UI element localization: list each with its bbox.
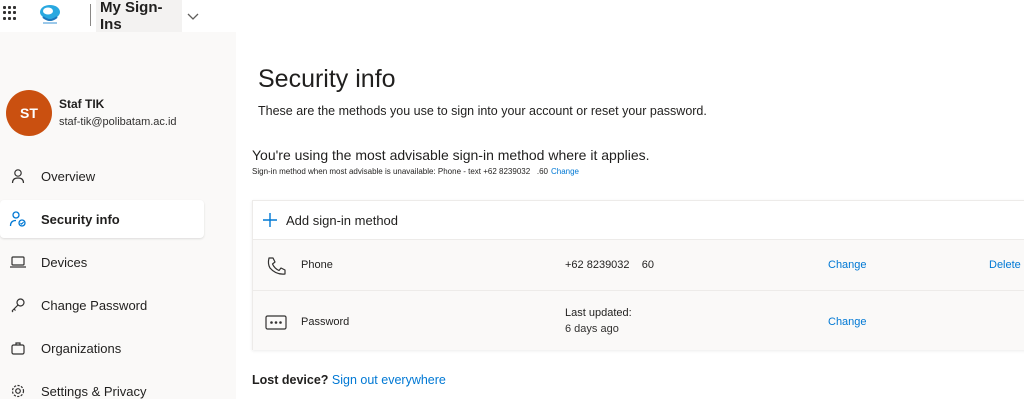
sidebar-item-label: Overview: [41, 168, 96, 184]
sidebar-item-label: Settings & Privacy: [41, 383, 147, 399]
briefcase-icon: [9, 339, 27, 357]
app-launcher-icon[interactable]: [3, 6, 17, 20]
sidebar-item-organizations[interactable]: Organizations: [0, 329, 204, 367]
add-method-label: Add sign-in method: [286, 212, 399, 228]
lost-device-label: Lost device?: [252, 373, 329, 387]
header-divider: [90, 4, 91, 26]
advisable-method-message: You're using the most advisable sign-in …: [252, 147, 650, 163]
lost-device-line: Lost device? Sign out everywhere: [252, 373, 446, 387]
main-content: Security info These are the methods you …: [236, 32, 1024, 399]
chevron-down-icon[interactable]: [186, 9, 200, 23]
sidebar-item-label: Organizations: [41, 340, 122, 356]
sidebar-item-change-password[interactable]: Change Password: [0, 286, 204, 324]
avatar[interactable]: ST: [6, 90, 52, 136]
user-email: staf-tik@polibatam.ac.id: [59, 116, 177, 128]
key-icon: [9, 296, 27, 314]
app-name[interactable]: My Sign-Ins: [96, 0, 182, 33]
method-value: 6 days ago: [565, 323, 619, 335]
methods-card: Add sign-in method Phone +62 8239032 60 …: [252, 200, 1024, 350]
user-name: Staf TIK: [59, 97, 105, 111]
method-name: Phone: [301, 259, 333, 271]
fallback-method-line: Sign-in method when most advisable is un…: [252, 167, 579, 176]
sign-out-everywhere-link[interactable]: Sign out everywhere: [332, 373, 446, 387]
sidebar-item-label: Security info: [41, 211, 120, 227]
method-row-phone: Phone +62 8239032 60 Change Delete: [253, 239, 1024, 291]
method-value: +62 8239032 60: [565, 259, 654, 271]
sidebar-item-label: Change Password: [41, 297, 148, 313]
change-phone-link[interactable]: Change: [828, 259, 867, 271]
method-row-password: Password Last updated: 6 days ago Change: [253, 290, 1024, 350]
method-value-label: Last updated:: [565, 307, 632, 319]
top-bar: My Sign-Ins: [0, 0, 1024, 33]
sidebar-item-security-info[interactable]: Security info: [0, 200, 204, 238]
sidebar-item-overview[interactable]: Overview: [0, 157, 204, 195]
plus-icon: [263, 213, 277, 227]
person-icon: [9, 167, 27, 185]
password-icon: [265, 315, 287, 330]
organization-logo[interactable]: [37, 3, 63, 27]
fallback-method-text: Sign-in method when most advisable is un…: [252, 167, 548, 176]
sidebar-item-settings-privacy[interactable]: Settings & Privacy: [0, 372, 204, 399]
change-password-link[interactable]: Change: [828, 316, 867, 328]
add-sign-in-method-button[interactable]: Add sign-in method: [253, 201, 1024, 239]
security-info-icon: [9, 210, 27, 228]
phone-icon: [267, 257, 286, 275]
delete-phone-link[interactable]: Delete: [989, 259, 1021, 271]
sidebar: ST Staf TIK staf-tik@polibatam.ac.id Ove…: [0, 32, 236, 399]
sidebar-item-devices[interactable]: Devices: [0, 243, 204, 281]
sidebar-item-label: Devices: [41, 254, 88, 270]
page-subtitle: These are the methods you use to sign in…: [258, 104, 707, 118]
method-name: Password: [301, 316, 350, 328]
fallback-change-link[interactable]: Change: [551, 167, 579, 176]
gear-icon: [9, 382, 27, 399]
page-title: Security info: [258, 65, 396, 93]
laptop-icon: [9, 253, 27, 271]
